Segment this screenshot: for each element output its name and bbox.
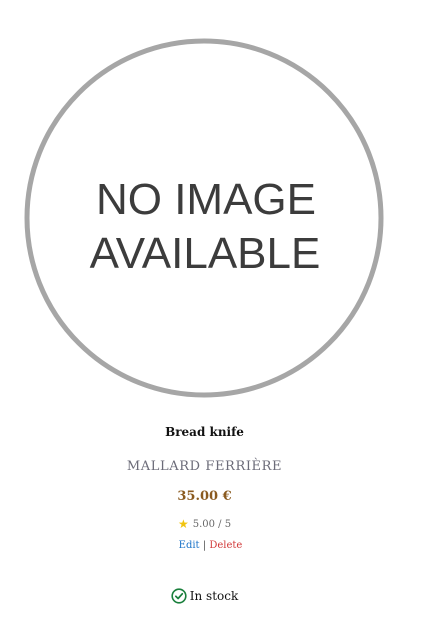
star-icon: ★ (177, 517, 189, 531)
no-image-icon: NO IMAGE AVAILABLE (24, 38, 384, 398)
rating-text: 5.00 / 5 (192, 519, 232, 530)
product-actions: Edit | Delete (0, 540, 421, 551)
product-rating: ★ 5.00 / 5 (0, 516, 409, 531)
stock-status: In stock (0, 588, 409, 604)
delete-link[interactable]: Delete (209, 540, 242, 551)
stock-label: In stock (189, 589, 239, 603)
product-image-placeholder: NO IMAGE AVAILABLE (0, 0, 409, 410)
no-image-text-line2: AVAILABLE (90, 229, 321, 278)
product-card: NO IMAGE AVAILABLE Bread knife MALLARD F… (0, 0, 439, 617)
product-brand: MALLARD FERRIÈRE (126, 459, 283, 474)
product-price: 35.00 € (177, 489, 232, 504)
no-image-text-line1: NO IMAGE (96, 175, 316, 224)
edit-link[interactable]: Edit (179, 540, 200, 551)
actions-separator: | (202, 540, 207, 551)
product-name[interactable]: Bread knife (0, 425, 409, 439)
check-circle-icon (171, 588, 187, 604)
